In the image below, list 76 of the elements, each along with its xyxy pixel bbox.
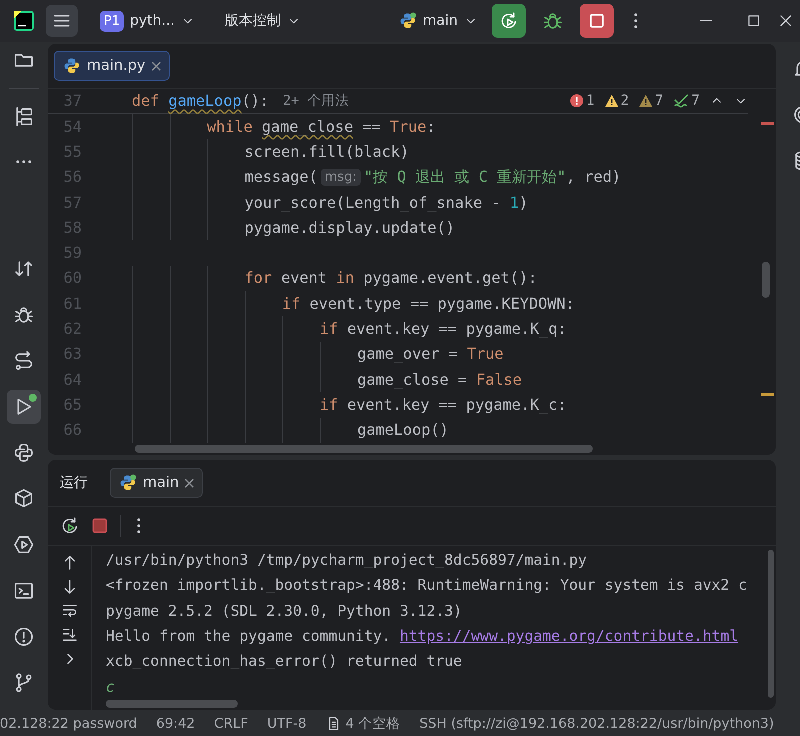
warning-icon <box>604 94 619 108</box>
vcs-menu[interactable]: 版本控制 <box>225 12 302 30</box>
rerun-icon <box>499 11 519 31</box>
stop-icon <box>90 516 110 536</box>
status-item[interactable]: UTF-8 <box>267 716 307 732</box>
console-line: <frozen importlib._bootstrap>:488: RuntimeWarning: Your system is avx2 c <box>106 576 748 596</box>
scrollbar-thumb[interactable] <box>135 445 593 453</box>
code-line: screen.fill(black) <box>132 139 410 165</box>
scrollbar-thumb[interactable] <box>106 700 238 708</box>
app-logo-icon <box>14 11 34 31</box>
stop-icon <box>587 11 607 31</box>
run-config-selector[interactable]: main <box>399 12 478 30</box>
close-icon <box>778 13 794 29</box>
console-line: xcb_connection_has_error() returned true <box>106 652 464 672</box>
code-line: if event.key == pygame.K_c: <box>132 392 567 418</box>
console-line: c <box>106 678 116 698</box>
code-line: def gameLoop(): <box>132 92 270 110</box>
close-tab-icon[interactable] <box>185 478 194 488</box>
warning-icon <box>639 94 654 108</box>
problems-icon <box>13 626 35 648</box>
minimize-icon <box>700 20 712 22</box>
more-vertical-icon <box>634 13 638 29</box>
code-line: pygame.display.update() <box>132 215 456 240</box>
stop-button[interactable] <box>580 4 614 38</box>
scrollbar-thumb[interactable] <box>762 262 770 298</box>
typo-check-icon <box>674 94 690 108</box>
rerun-icon <box>60 516 80 536</box>
code-line: while game_close == True: <box>132 114 436 140</box>
console-link[interactable]: https://www.pygame.org/contribute.html <box>400 628 739 646</box>
services-icon <box>13 534 35 556</box>
code-line: your_score(Length_of_snake - 1) <box>132 190 528 216</box>
inspection-count[interactable]: 2 <box>604 93 630 109</box>
code-line: if event.type == pygame.KEYDOWN: <box>132 291 575 316</box>
status-item[interactable]: CRLF <box>214 716 248 732</box>
editor-tab[interactable]: main.py <box>54 51 170 81</box>
console-line: pygame 2.5.2 (SDL 2.30.0, Python 3.12.3) <box>106 602 464 622</box>
soft-wrap-icon[interactable] <box>60 602 78 620</box>
python-outline-icon <box>13 442 35 464</box>
code-line: gameLoop() <box>132 418 449 443</box>
status-dot <box>29 394 37 402</box>
code-line: message( msg: "按 Q 退出 或 C 重新开始", red) <box>132 164 622 190</box>
error-stripe-mark <box>761 122 774 125</box>
rerun-button[interactable] <box>492 4 526 38</box>
tool-window-button[interactable] <box>7 390 41 424</box>
parameter-hint: msg: <box>320 168 361 186</box>
status-item[interactable]: SSH (sftp://zi@192.168.202.128:22/usr/bin/python3) <box>420 716 774 732</box>
console-line: /usr/bin/python3 /tmp/pycharm_project_8dc56897/main.py <box>106 551 588 572</box>
python-icon <box>119 474 137 492</box>
close-tab-icon[interactable] <box>152 62 161 70</box>
menu-button[interactable] <box>46 5 78 37</box>
code-line: game_close = False <box>132 366 522 392</box>
status-item[interactable]: 02.128:22 password <box>0 716 138 732</box>
python-icon <box>399 12 418 30</box>
package-icon <box>13 488 35 510</box>
code-line: for event in pygame.event.get(): <box>132 266 538 292</box>
inspection-count[interactable]: 1 <box>570 93 595 109</box>
scroll-to-end-icon[interactable] <box>60 626 78 644</box>
project-selector[interactable]: P1 pyth... <box>100 10 196 32</box>
route-icon <box>13 350 35 372</box>
warning-stripe-mark <box>761 393 774 396</box>
usages-hint[interactable]: 2+ 个用法 <box>283 92 350 110</box>
python-icon <box>63 57 81 75</box>
status-item[interactable]: 69:42 <box>156 716 196 732</box>
run-tab[interactable]: main <box>110 468 204 498</box>
maximize-icon <box>746 13 762 29</box>
inspection-count[interactable]: 7 <box>639 93 664 109</box>
code-line: if event.key == pygame.K_q: <box>132 316 567 342</box>
inspection-count[interactable]: 7 <box>674 93 700 109</box>
rerun-button[interactable] <box>60 516 80 536</box>
more-icon <box>15 160 33 164</box>
scrollbar-thumb[interactable] <box>768 550 774 698</box>
code-line: game_over = True <box>132 342 504 367</box>
more-vertical-icon <box>137 518 141 534</box>
status-item[interactable]: 4 个空格 <box>326 715 401 733</box>
panel-title: 运行 <box>60 474 88 492</box>
error-icon <box>570 94 584 108</box>
